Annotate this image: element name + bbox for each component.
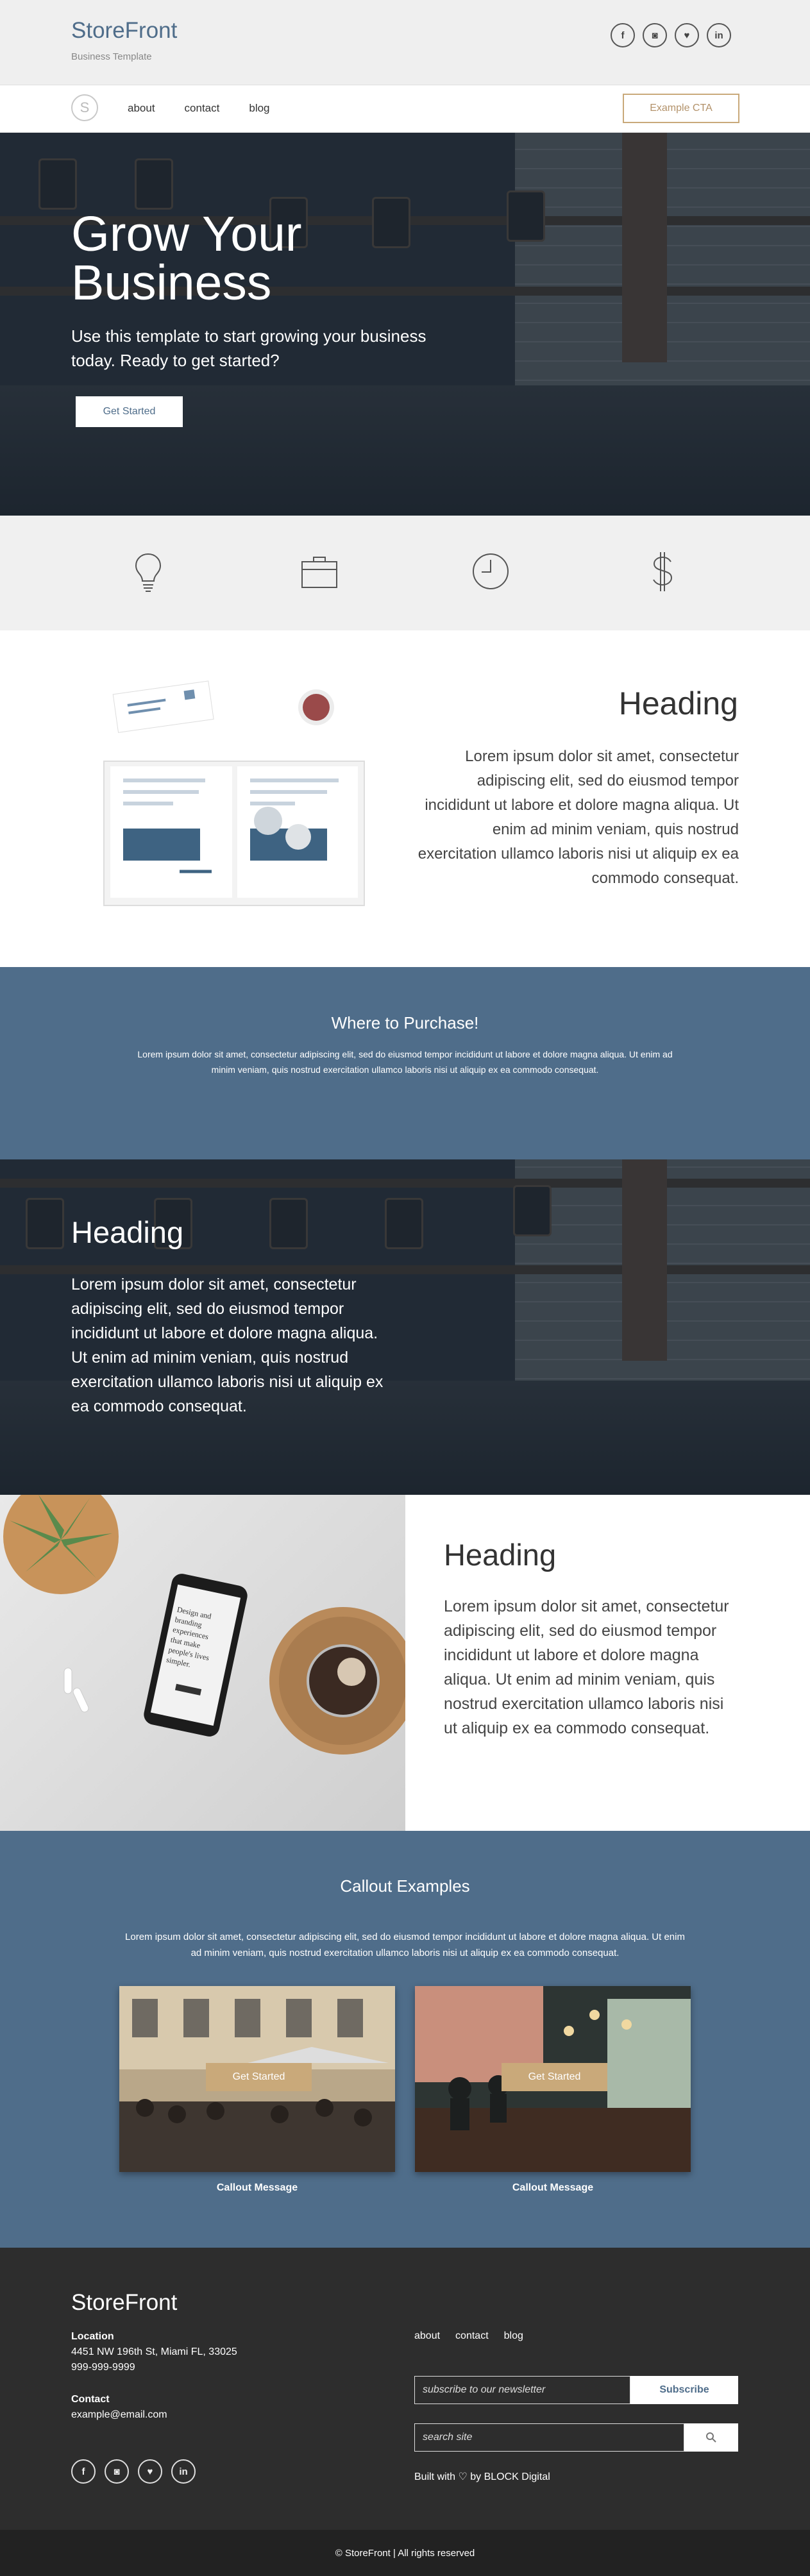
nav-bar: S about contact blog Example CTA xyxy=(0,85,810,133)
purchase-body: Lorem ipsum dolor sit amet, consectetur … xyxy=(137,1049,673,1075)
newsletter-form: subscribe to our newsletter Subscribe xyxy=(414,2376,738,2404)
facebook-icon[interactable]: f xyxy=(71,2459,96,2484)
footer-link-blog[interactable]: blog xyxy=(504,2330,523,2342)
callout-message: Callout Message xyxy=(512,2182,594,2193)
footer-address: 4451 NW 196th St, Miami FL, 33025 xyxy=(71,2346,237,2357)
callouts-body: Lorem ipsum dolor sit amet, consectetur … xyxy=(125,1932,685,1958)
site-footer: StoreFront Location 4451 NW 196th St, Mi… xyxy=(0,2248,810,2530)
callout-message: Callout Message xyxy=(216,2182,298,2193)
dollar-icon xyxy=(653,552,673,591)
callout-card[interactable]: Get Started xyxy=(415,1986,691,2172)
contact-label: Contact xyxy=(71,2394,110,2405)
twitter-icon[interactable]: ♥ xyxy=(675,23,699,47)
briefcase-icon xyxy=(301,557,337,588)
copyright-bar: © StoreFront | All rights reserved xyxy=(0,2530,810,2576)
search-form: search site xyxy=(414,2423,738,2452)
brand-logo[interactable]: StoreFront xyxy=(71,18,177,44)
newsletter-email-input[interactable]: subscribe to our newsletter xyxy=(414,2376,630,2404)
brand-tagline: Business Template xyxy=(71,51,152,62)
nav-logo-icon[interactable]: S xyxy=(71,94,98,121)
feature-section-one: Heading Lorem ipsum dolor sit amet, cons… xyxy=(0,630,810,967)
callout-examples-section: Callout Examples Lorem ipsum dolor sit a… xyxy=(0,1831,810,2248)
hero-get-started-button[interactable]: Get Started xyxy=(76,396,183,427)
footer-phone: 999-999-9999 xyxy=(71,2362,135,2373)
search-input[interactable]: search site xyxy=(414,2423,684,2452)
features-icon-strip xyxy=(0,516,810,630)
location-label: Location xyxy=(71,2331,114,2342)
footer-email[interactable]: example@email.com xyxy=(71,2409,167,2421)
lightbulb-icon xyxy=(135,553,162,592)
linkedin-icon[interactable]: in xyxy=(707,23,731,47)
search-icon[interactable] xyxy=(684,2423,738,2452)
feature-section-two: Heading Lorem ipsum dolor sit amet, cons… xyxy=(0,1159,810,1495)
section-three-body: Lorem ipsum dolor sit amet, consectetur … xyxy=(444,1597,729,1737)
instagram-icon[interactable]: ◙ xyxy=(105,2459,129,2484)
phone-desk-image: Design and branding experiences that mak… xyxy=(0,1495,405,1831)
footer-brand[interactable]: StoreFront xyxy=(71,2290,177,2316)
where-to-purchase-section: Where to Purchase! Lorem ipsum dolor sit… xyxy=(0,967,810,1159)
instagram-icon[interactable]: ◙ xyxy=(643,23,667,47)
nav-link-blog[interactable]: blog xyxy=(249,102,269,115)
twitter-icon[interactable]: ♥ xyxy=(138,2459,162,2484)
footer-links: about contact blog xyxy=(414,2330,523,2342)
hero-section: Grow Your Business Use this template to … xyxy=(0,133,810,516)
section-one-heading: Heading xyxy=(618,686,738,721)
built-with-credit: Built with ♡ by BLOCK Digital xyxy=(414,2471,550,2482)
feature-section-three: Design and branding experiences that mak… xyxy=(0,1495,810,1831)
social-links: f ◙ ♥ in xyxy=(611,23,731,47)
hero-title: Grow Your Business xyxy=(71,206,302,310)
section-two-heading: Heading xyxy=(71,1215,184,1249)
purchase-heading: Where to Purchase! xyxy=(331,1013,479,1032)
nav-link-contact[interactable]: contact xyxy=(185,102,220,115)
subscribe-button[interactable]: Subscribe xyxy=(630,2376,738,2404)
workspace-illustration xyxy=(103,680,365,906)
nav-links: about contact blog xyxy=(128,102,270,115)
clock-icon xyxy=(473,553,509,589)
facebook-icon[interactable]: f xyxy=(611,23,635,47)
site-header: StoreFront Business Template f ◙ ♥ in xyxy=(0,0,810,85)
hero-subtitle: Use this template to start growing your … xyxy=(71,326,426,370)
section-two-body: Lorem ipsum dolor sit amet, consectetur … xyxy=(71,1275,384,1415)
footer-link-about[interactable]: about xyxy=(414,2330,440,2342)
example-cta-button[interactable]: Example CTA xyxy=(623,94,739,123)
callout-get-started-button[interactable]: Get Started xyxy=(206,2063,312,2091)
footer-social-links: f ◙ ♥ in xyxy=(71,2459,196,2484)
callout-get-started-button[interactable]: Get Started xyxy=(502,2063,607,2091)
linkedin-icon[interactable]: in xyxy=(171,2459,196,2484)
section-one-body: Lorem ipsum dolor sit amet, consectetur … xyxy=(418,748,739,887)
callouts-heading: Callout Examples xyxy=(340,1876,470,1896)
footer-link-contact[interactable]: contact xyxy=(455,2330,489,2342)
section-three-heading: Heading xyxy=(444,1538,557,1572)
nav-link-about[interactable]: about xyxy=(128,102,155,115)
callout-card[interactable]: Get Started xyxy=(119,1986,395,2172)
